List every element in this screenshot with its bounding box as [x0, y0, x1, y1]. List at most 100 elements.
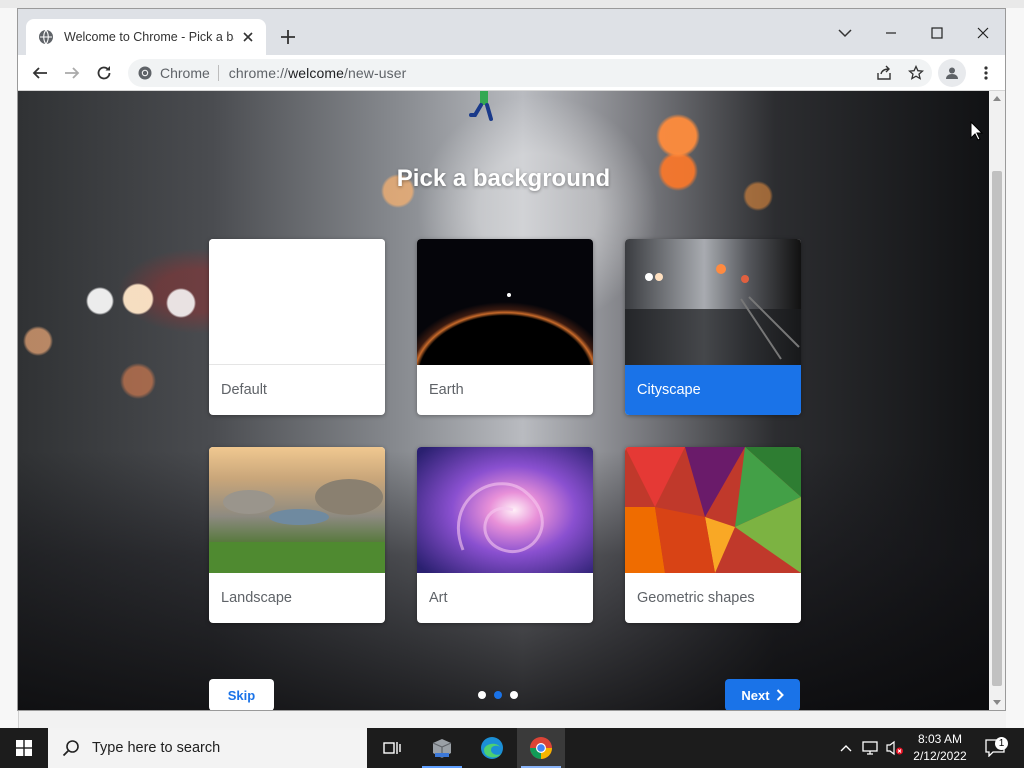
chevron-right-icon	[776, 689, 784, 701]
background-card-earth[interactable]: Earth	[417, 239, 593, 415]
volume-button[interactable]	[884, 728, 906, 768]
taskbar-app-server-manager[interactable]	[418, 728, 466, 768]
desktop-background	[0, 0, 1024, 8]
maximize-icon	[931, 27, 943, 39]
notification-count-badge: 1	[995, 737, 1008, 750]
plus-icon	[281, 30, 295, 44]
omnibox-actions	[868, 59, 932, 87]
welcome-page: Pick a background Default Earth Cityscap…	[18, 91, 989, 710]
reload-icon	[97, 66, 111, 80]
card-label: Default	[221, 382, 267, 398]
chevron-down-icon	[838, 29, 852, 38]
browser-toolbar: Chrome chrome://welcome/new-user	[18, 55, 1005, 91]
tab-welcome[interactable]: Welcome to Chrome - Pick a background	[26, 19, 266, 55]
page-scrollbar[interactable]	[989, 91, 1005, 710]
system-clock[interactable]: 8:03 AM 2/12/2022	[905, 731, 975, 765]
tab-strip: Welcome to Chrome - Pick a background	[18, 9, 1005, 55]
step-dot-active	[494, 691, 502, 699]
next-label: Next	[741, 687, 770, 703]
back-button[interactable]	[26, 59, 54, 87]
clock-date: 2/12/2022	[913, 749, 967, 763]
menu-button[interactable]	[972, 59, 1000, 87]
url-path: /new-user	[344, 65, 407, 81]
card-label: Earth	[429, 382, 464, 398]
edge-icon	[481, 737, 503, 759]
new-tab-button[interactable]	[276, 25, 300, 49]
globe-icon	[39, 29, 53, 45]
arrow-right-icon	[65, 67, 80, 79]
card-label: Art	[429, 590, 448, 606]
url-host: welcome	[288, 65, 345, 81]
minimize-button[interactable]	[875, 17, 907, 49]
arrow-left-icon	[32, 67, 47, 79]
card-label: Landscape	[221, 590, 292, 606]
skip-button[interactable]: Skip	[209, 679, 274, 710]
search-placeholder: Type here to search	[92, 740, 221, 756]
scroll-down-arrow-icon[interactable]	[993, 700, 1001, 706]
background-window-edge-right	[1006, 8, 1024, 728]
bookmark-button[interactable]	[900, 59, 932, 87]
forward-button[interactable]	[58, 59, 86, 87]
taskbar-app-edge[interactable]	[468, 728, 516, 768]
default-thumbnail	[209, 239, 385, 365]
address-bar[interactable]: Chrome chrome://welcome/new-user	[128, 59, 932, 87]
close-window-button[interactable]	[967, 17, 999, 49]
step-dot	[478, 691, 486, 699]
omnibox-chip: Chrome	[160, 65, 210, 81]
step-indicator	[478, 691, 518, 699]
network-button[interactable]	[860, 728, 882, 768]
person-icon	[946, 67, 958, 79]
scroll-up-arrow-icon[interactable]	[993, 95, 1001, 101]
windows-taskbar: Type here to search 8:03 AM 2/12/2022 1	[0, 728, 1024, 768]
show-hidden-icons-button[interactable]	[836, 728, 856, 768]
more-vert-icon	[984, 66, 988, 80]
chrome-window: Welcome to Chrome - Pick a background	[17, 8, 1006, 711]
notifications-button[interactable]: 1	[980, 728, 1010, 768]
taskbar-search[interactable]: Type here to search	[48, 728, 367, 768]
close-tab-icon[interactable]	[240, 29, 256, 45]
card-label: Geometric shapes	[637, 590, 755, 606]
chrome-icon	[530, 737, 552, 759]
volume-muted-icon	[886, 740, 903, 756]
card-label: Cityscape	[625, 365, 801, 415]
taskbar-app-chrome[interactable]	[517, 728, 565, 768]
profile-button[interactable]	[938, 59, 966, 87]
reload-button[interactable]	[90, 59, 118, 87]
url-prefix: chrome://	[228, 65, 289, 81]
star-icon	[908, 65, 924, 80]
share-icon	[877, 65, 891, 80]
omnibox-separator	[217, 65, 219, 81]
tab-title: Welcome to Chrome - Pick a background	[64, 30, 234, 44]
start-button[interactable]	[0, 728, 48, 768]
next-button[interactable]: Next	[725, 679, 800, 710]
earth-thumbnail	[417, 239, 593, 365]
minimize-icon	[886, 32, 896, 34]
url-text: chrome://welcome/new-user	[229, 65, 407, 81]
art-thumbnail	[417, 447, 593, 573]
network-icon	[862, 741, 878, 755]
windows-logo-icon	[16, 740, 32, 756]
cityscape-thumbnail	[625, 239, 801, 365]
clock-time: 8:03 AM	[917, 732, 963, 746]
maximize-button[interactable]	[921, 17, 953, 49]
background-card-geometric-shapes[interactable]: Geometric shapes	[625, 447, 801, 623]
background-card-landscape[interactable]: Landscape	[209, 447, 385, 623]
step-dot	[510, 691, 518, 699]
task-view-icon	[383, 742, 401, 754]
background-card-default[interactable]: Default	[209, 239, 385, 415]
background-card-cityscape[interactable]: Cityscape	[625, 239, 801, 415]
background-card-art[interactable]: Art	[417, 447, 593, 623]
tab-search-button[interactable]	[829, 17, 861, 49]
task-view-button[interactable]	[368, 728, 416, 768]
scrollbar-thumb[interactable]	[992, 171, 1002, 686]
close-icon	[977, 27, 989, 39]
server-manager-icon	[432, 739, 452, 758]
landscape-thumbnail	[209, 447, 385, 573]
mouse-cursor-icon	[970, 121, 984, 141]
share-button[interactable]	[868, 59, 900, 87]
illustration-figure	[469, 91, 493, 121]
page-title: Pick a background	[396, 165, 611, 192]
search-icon	[62, 740, 79, 757]
geometric-shapes-thumbnail	[625, 447, 801, 573]
chrome-logo-icon	[138, 66, 152, 80]
